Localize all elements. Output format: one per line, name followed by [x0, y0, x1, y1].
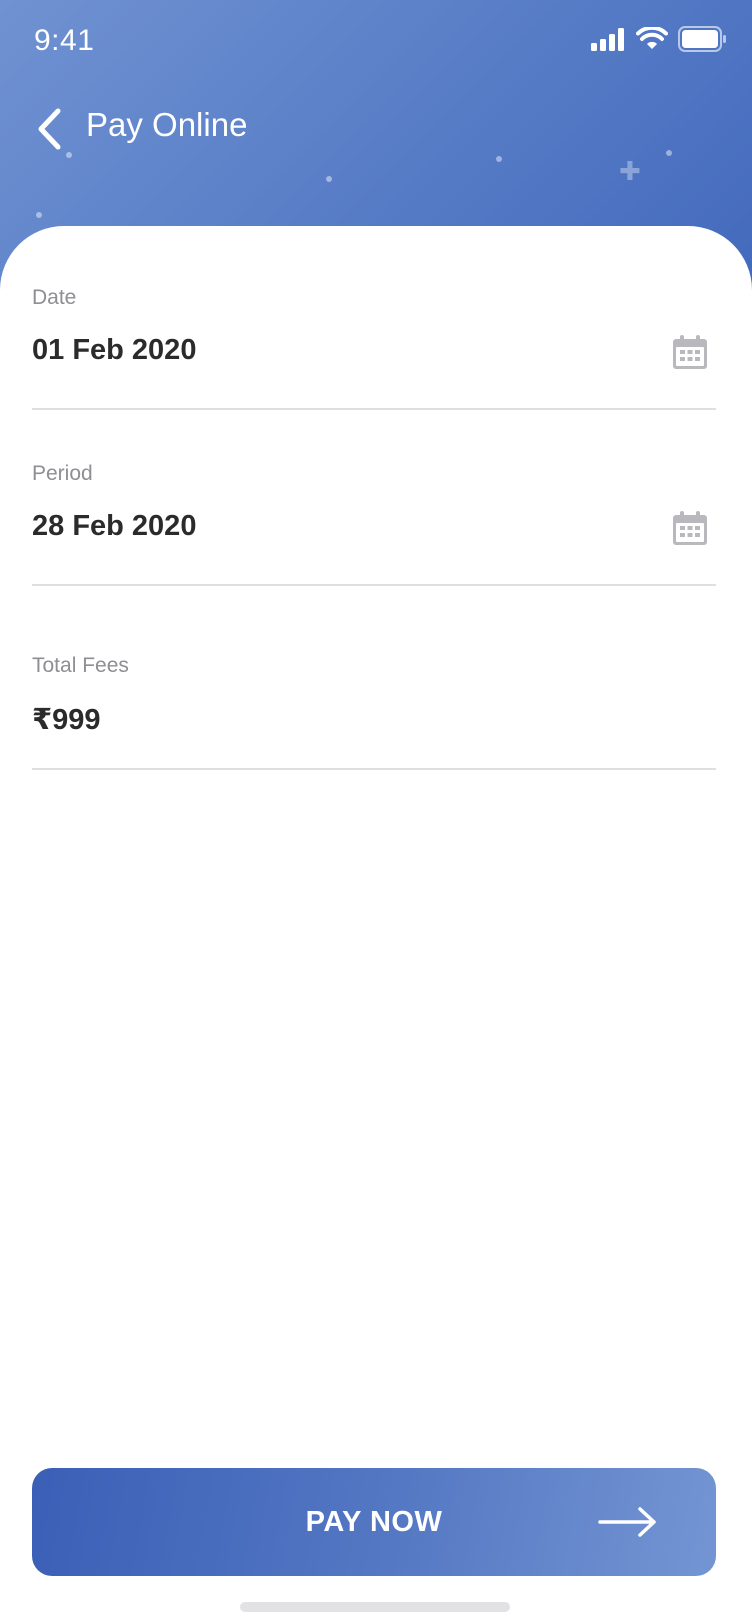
chevron-left-icon — [38, 108, 61, 150]
total-fees-field: Total Fees ₹999 — [32, 586, 716, 770]
total-fees-value: ₹999 — [32, 704, 101, 736]
navigation-bar: Pay Online — [0, 96, 752, 162]
arrow-right-icon — [598, 1507, 656, 1537]
decorative-dot — [326, 176, 332, 182]
pay-now-label: PAY NOW — [305, 1505, 443, 1538]
calendar-icon[interactable] — [672, 510, 708, 546]
date-label: Date — [32, 286, 77, 309]
back-button[interactable] — [24, 104, 74, 154]
home-indicator[interactable] — [240, 1602, 510, 1612]
status-icons — [590, 26, 726, 52]
period-field[interactable]: Period 28 Feb 2020 — [32, 410, 716, 586]
signal-icon — [591, 28, 624, 51]
content-sheet: Date 01 Feb 2020 Period 28 Feb 2020 Tota… — [0, 226, 752, 1624]
date-value: 01 Feb 2020 — [32, 334, 197, 366]
wifi-icon — [636, 27, 668, 49]
status-time: 9:41 — [34, 24, 95, 57]
period-label: Period — [32, 462, 93, 485]
battery-icon — [678, 26, 726, 52]
page-title: Pay Online — [86, 106, 248, 143]
pay-now-button[interactable]: PAY NOW — [32, 1468, 716, 1576]
decorative-dot — [36, 212, 42, 218]
status-bar: 9:41 — [0, 0, 752, 84]
date-field[interactable]: Date 01 Feb 2020 — [32, 226, 716, 410]
calendar-icon[interactable] — [672, 334, 708, 370]
period-value: 28 Feb 2020 — [32, 510, 197, 542]
total-fees-label: Total Fees — [32, 654, 129, 677]
